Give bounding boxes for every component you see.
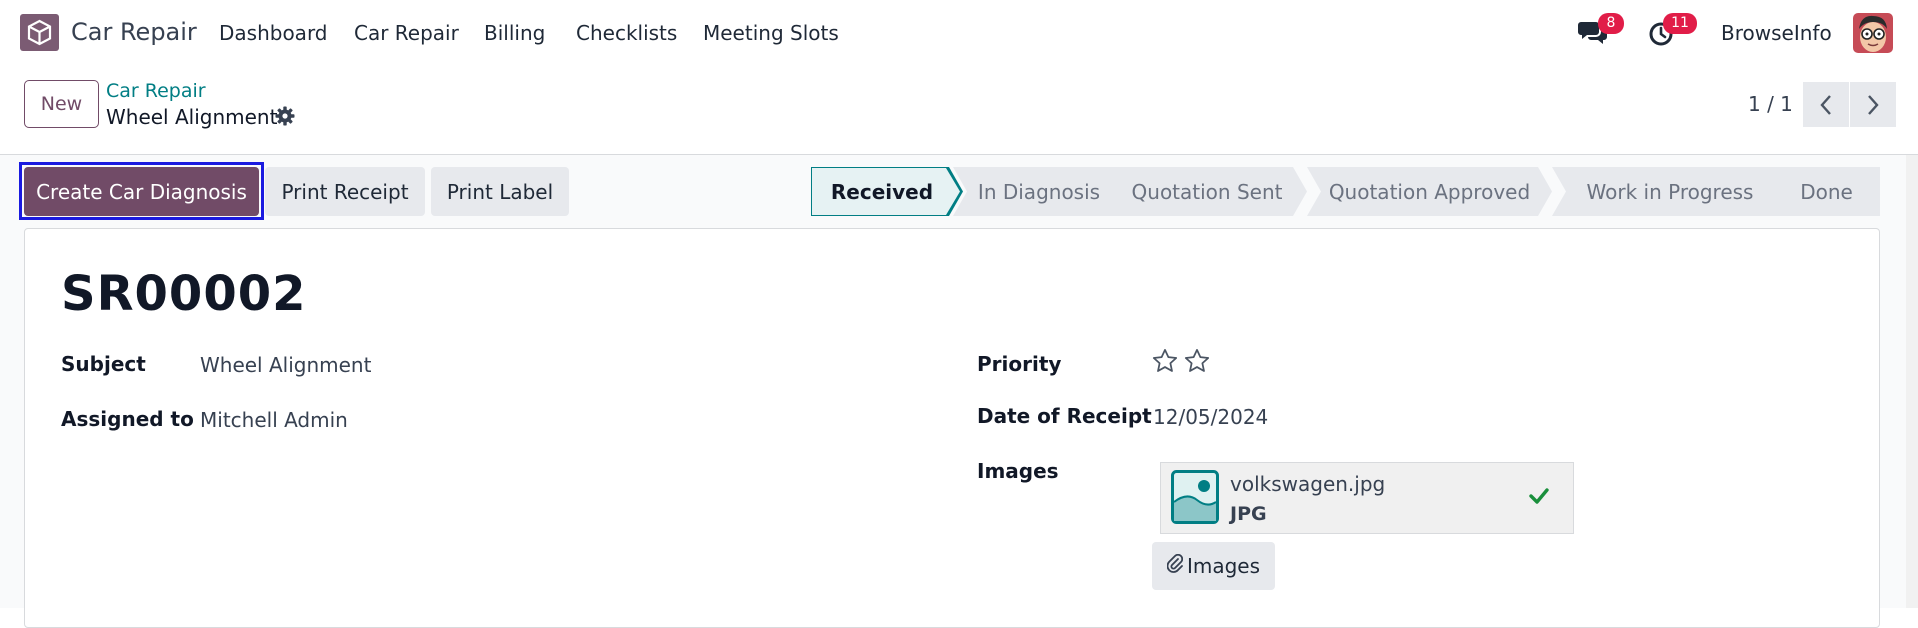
upload-images-button[interactable]: Images bbox=[1152, 542, 1275, 590]
statusbar: Received In Diagnosis Quotation Sent Quo… bbox=[811, 167, 1880, 216]
messages-badge: 8 bbox=[1598, 13, 1624, 34]
user-name[interactable]: BrowseInfo bbox=[1721, 21, 1832, 45]
check-icon bbox=[1529, 487, 1549, 509]
app-name[interactable]: Car Repair bbox=[71, 18, 197, 46]
subject-label: Subject bbox=[61, 352, 146, 376]
gear-icon[interactable] bbox=[275, 106, 295, 130]
menu-billing[interactable]: Billing bbox=[484, 21, 545, 45]
stage-work-in-progress[interactable]: Work in Progress bbox=[1552, 167, 1788, 216]
breadcrumb-current: Wheel Alignment bbox=[106, 105, 278, 129]
assigned-to-field[interactable]: Mitchell Admin bbox=[200, 408, 348, 432]
chevron-left-icon bbox=[1820, 94, 1831, 115]
stage-done[interactable]: Done bbox=[1773, 167, 1880, 216]
star-outline-icon[interactable] bbox=[1151, 347, 1179, 379]
image-file-icon bbox=[1171, 470, 1219, 524]
upload-images-label: Images bbox=[1186, 554, 1261, 578]
print-receipt-button[interactable]: Print Receipt bbox=[265, 167, 425, 216]
activities-badge: 11 bbox=[1663, 13, 1697, 34]
paperclip-icon bbox=[1166, 553, 1184, 579]
pager-next-button[interactable] bbox=[1850, 82, 1896, 127]
menu-car-repair[interactable]: Car Repair bbox=[354, 21, 459, 45]
images-label: Images bbox=[977, 459, 1059, 483]
record-name[interactable]: SR00002 bbox=[61, 266, 307, 322]
menu-meeting-slots[interactable]: Meeting Slots bbox=[703, 21, 839, 45]
attachment-type: JPG bbox=[1230, 503, 1267, 525]
scrollbar[interactable] bbox=[1906, 155, 1918, 608]
priority-label: Priority bbox=[977, 352, 1062, 376]
star-outline-icon[interactable] bbox=[1183, 347, 1211, 379]
new-button[interactable]: New bbox=[24, 80, 99, 128]
pager-previous-button[interactable] bbox=[1803, 82, 1849, 127]
print-label-button[interactable]: Print Label bbox=[431, 167, 569, 216]
pager-value[interactable]: 1 / 1 bbox=[1748, 92, 1793, 116]
date-of-receipt-field[interactable]: 12/05/2024 bbox=[1153, 405, 1268, 429]
stage-quotation-sent[interactable]: Quotation Sent bbox=[1107, 167, 1307, 216]
menu-checklists[interactable]: Checklists bbox=[576, 21, 677, 45]
stage-quotation-approved[interactable]: Quotation Approved bbox=[1307, 167, 1552, 216]
breadcrumb-parent[interactable]: Car Repair bbox=[106, 80, 206, 102]
assigned-to-label: Assigned to bbox=[61, 407, 194, 431]
menu-dashboard[interactable]: Dashboard bbox=[219, 21, 328, 45]
subject-field[interactable]: Wheel Alignment bbox=[200, 353, 371, 377]
stage-in-diagnosis[interactable]: In Diagnosis bbox=[953, 167, 1125, 216]
chevron-right-icon bbox=[1868, 94, 1879, 115]
stage-received[interactable]: Received bbox=[812, 168, 960, 215]
date-of-receipt-label: Date of Receipt bbox=[977, 404, 1152, 428]
app-logo-icon[interactable] bbox=[20, 14, 59, 51]
create-car-diagnosis-button[interactable]: Create Car Diagnosis bbox=[24, 167, 259, 216]
attachment-card[interactable]: volkswagen.jpg JPG bbox=[1160, 462, 1574, 534]
avatar[interactable] bbox=[1853, 13, 1893, 53]
attachment-name[interactable]: volkswagen.jpg bbox=[1230, 472, 1385, 496]
top-navbar: Car Repair Dashboard Car Repair Billing … bbox=[0, 0, 1918, 64]
